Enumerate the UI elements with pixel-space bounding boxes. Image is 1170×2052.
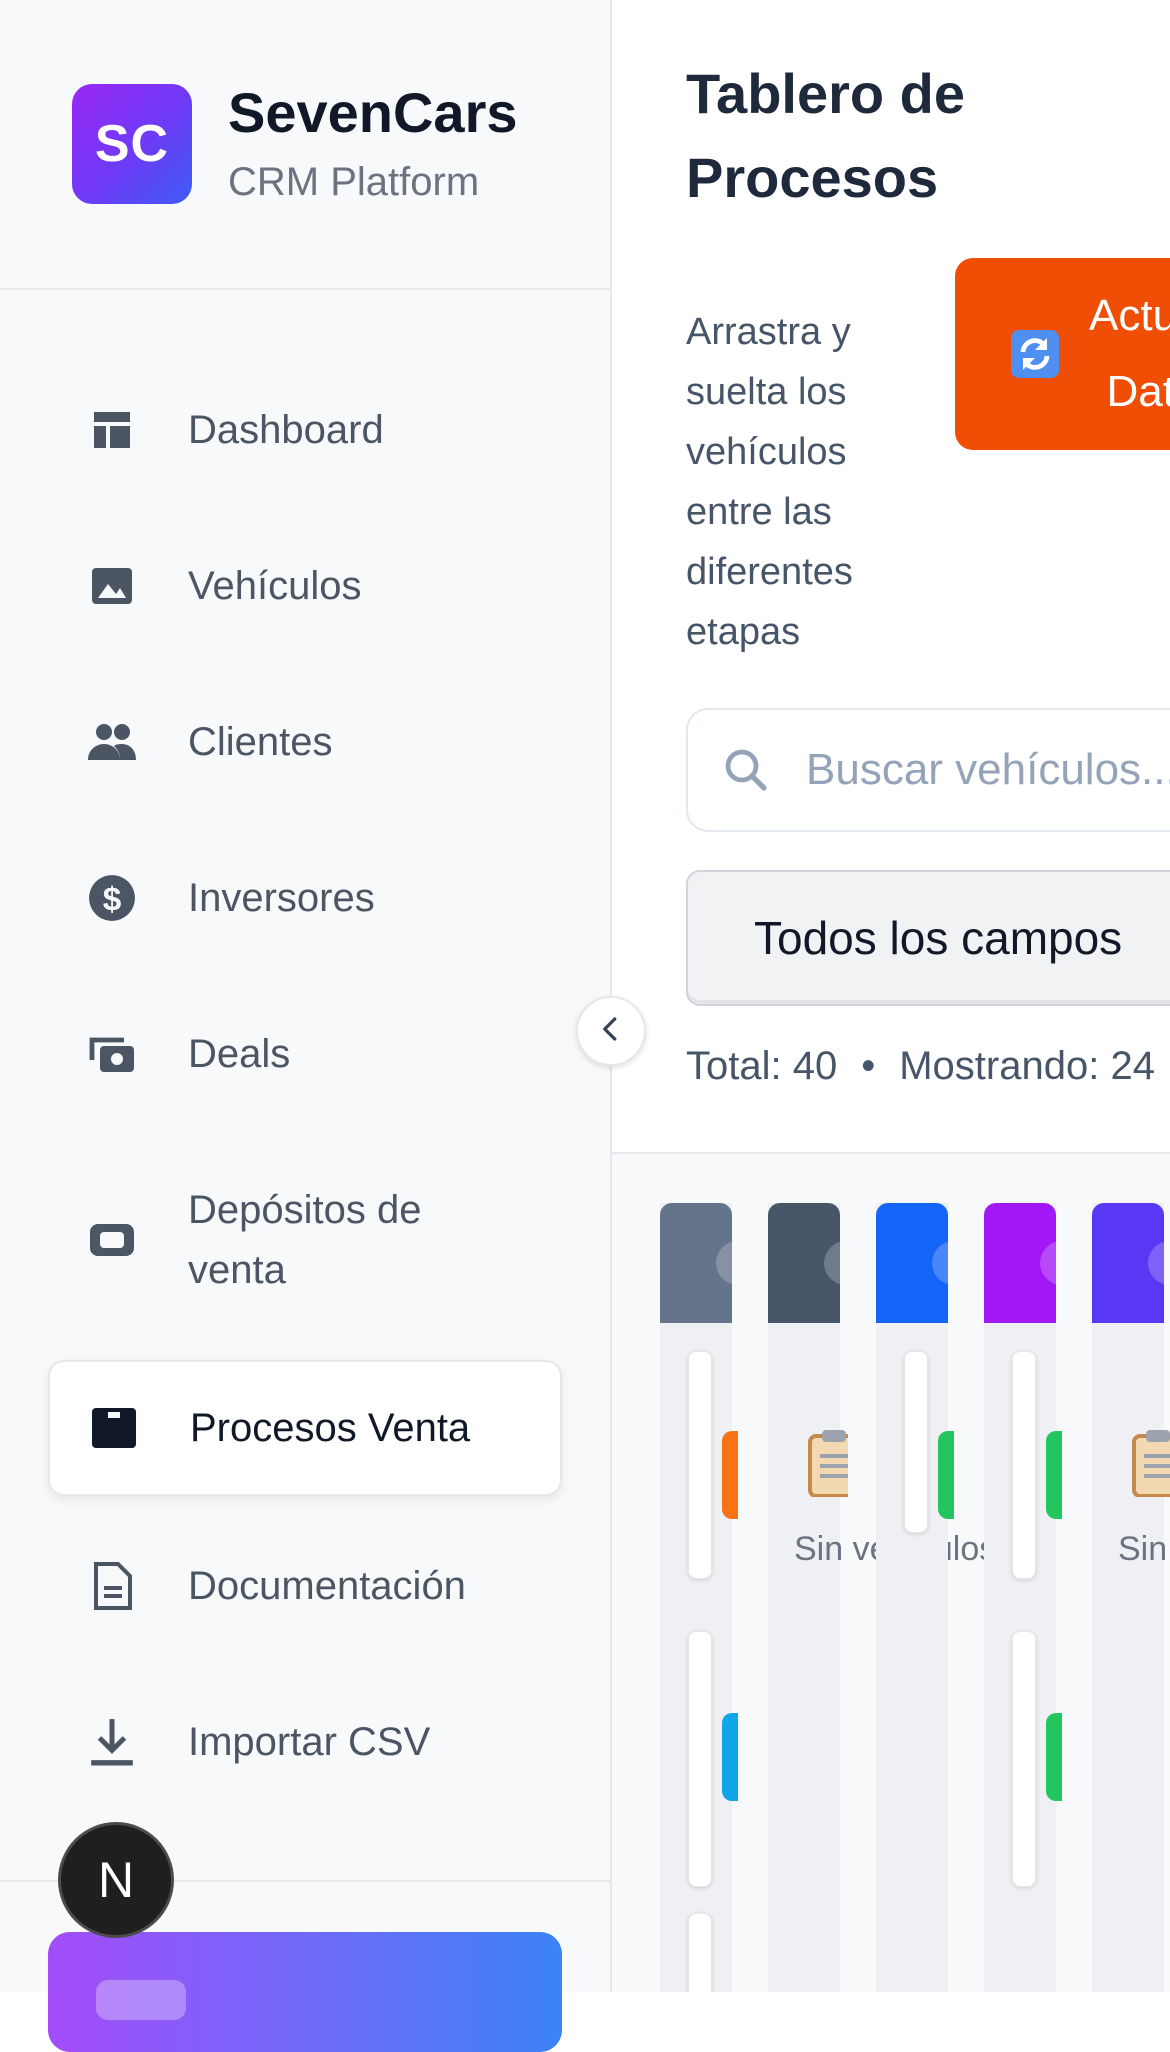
sidebar: SC SevenCars CRM Platform Dashboard Vehí… [0,0,612,2052]
sidebar-item-depositos[interactable]: Depósitos de venta [48,1172,562,1308]
brand-subtitle: CRM Platform [228,160,480,204]
money-stack-icon [84,1026,140,1082]
clipboard-icon [808,1427,864,1498]
vehicle-card[interactable] [904,1351,928,1533]
refresh-button-label: Actualizar Datos [1089,291,1170,416]
document-icon [84,1558,140,1614]
status-chip [1046,1431,1062,1519]
dev-indicator-badge[interactable]: N [58,1822,174,1938]
column-count-badge [1148,1241,1170,1285]
total-count: Total: 40 [686,1044,838,1088]
sidebar-item-procesos-venta[interactable]: Procesos Venta [48,1360,562,1496]
kanban-column[interactable]: Sin vehículos [768,1203,996,1992]
sidebar-item-label: Deals [188,1032,291,1076]
kanban-icon [86,1400,142,1456]
sidebar-item-label: Dashboard [188,408,384,452]
empty-column-text: Sin vehículos [1118,1530,1168,1568]
users-icon [84,714,140,770]
column-header [1092,1203,1170,1323]
sidebar-collapse-button[interactable] [576,996,646,1066]
column-count-badge [1040,1241,1084,1285]
status-chip [722,1431,738,1519]
status-chip [1046,1713,1062,1801]
search-input[interactable] [804,744,1170,796]
sidebar-item-dashboard[interactable]: Dashboard [48,362,562,498]
vehicle-stats: Total: 40 • Mostrando: 24 [686,1044,1155,1089]
vehicle-card[interactable] [1012,1351,1036,1579]
stats-separator: • [861,1044,876,1088]
sidebar-item-documentacion[interactable]: Documentación [48,1518,562,1654]
refresh-data-button[interactable]: Actualizar Datos [955,258,1170,450]
sidebar-item-label: Clientes [188,720,333,764]
kanban-column[interactable] [876,1203,976,1992]
search-field-select[interactable]: Todos los campos [686,870,1170,1006]
sidebar-promo-card[interactable] [48,1932,562,2052]
image-icon [84,558,140,614]
sidebar-item-vehiculos[interactable]: Vehículos [48,518,562,654]
kanban-column[interactable]: Sin vehículos [1092,1203,1170,1992]
sidebar-item-label: Importar CSV [188,1720,431,1764]
page-title: Tablero de Procesos [686,62,966,209]
sidebar-item-clientes[interactable]: Clientes [48,674,562,810]
download-icon [84,1714,140,1770]
column-header [876,1203,976,1323]
vehicle-card[interactable] [1012,1631,1036,1887]
column-header [984,1203,1084,1323]
sidebar-item-label: Vehículos [188,564,362,608]
column-count-badge [716,1241,760,1285]
sidebar-item-importar-csv[interactable]: Importar CSV [48,1674,562,1810]
clipboard-icon [1132,1427,1170,1498]
promo-icon [96,1980,186,2020]
status-chip [722,1713,738,1801]
column-count-badge [932,1241,976,1285]
brand-logo[interactable]: SC [72,84,192,204]
main-content: Tablero de Procesos Arrastra y suelta lo… [612,0,1170,1992]
search-icon [722,746,770,794]
status-chip [938,1431,954,1519]
dollar-circle-icon: $ [84,870,140,926]
sidebar-item-label: Documentación [188,1564,466,1608]
brand-header: SC SevenCars CRM Platform [0,0,610,290]
wallet-icon [84,1212,140,1268]
kanban-column[interactable] [984,1203,1084,1992]
vehicle-card[interactable] [688,1351,712,1579]
brand-name: SevenCars [228,81,518,144]
sidebar-item-deals[interactable]: Deals [48,986,562,1122]
vehicle-search [686,708,1170,832]
svg-text:$: $ [103,882,122,919]
vehicle-card[interactable] [688,1631,712,1887]
sidebar-item-inversores[interactable]: $ Inversores [48,830,562,966]
refresh-icon [1011,330,1059,378]
page-description: Arrastra y suelta los vehículos entre la… [686,311,853,653]
vehicle-card[interactable] [688,1913,712,1992]
kanban-column[interactable] [660,1203,760,1992]
column-header [768,1203,868,1323]
chevron-left-icon [596,1014,626,1049]
showing-count: Mostrando: 24 [899,1044,1155,1088]
column-count-badge [824,1241,868,1285]
column-header [660,1203,760,1323]
sidebar-item-label: Inversores [188,876,375,920]
dashboard-icon [84,402,140,458]
sidebar-item-label: Depósitos de venta [188,1188,422,1292]
sidebar-item-label: Procesos Venta [190,1406,471,1450]
